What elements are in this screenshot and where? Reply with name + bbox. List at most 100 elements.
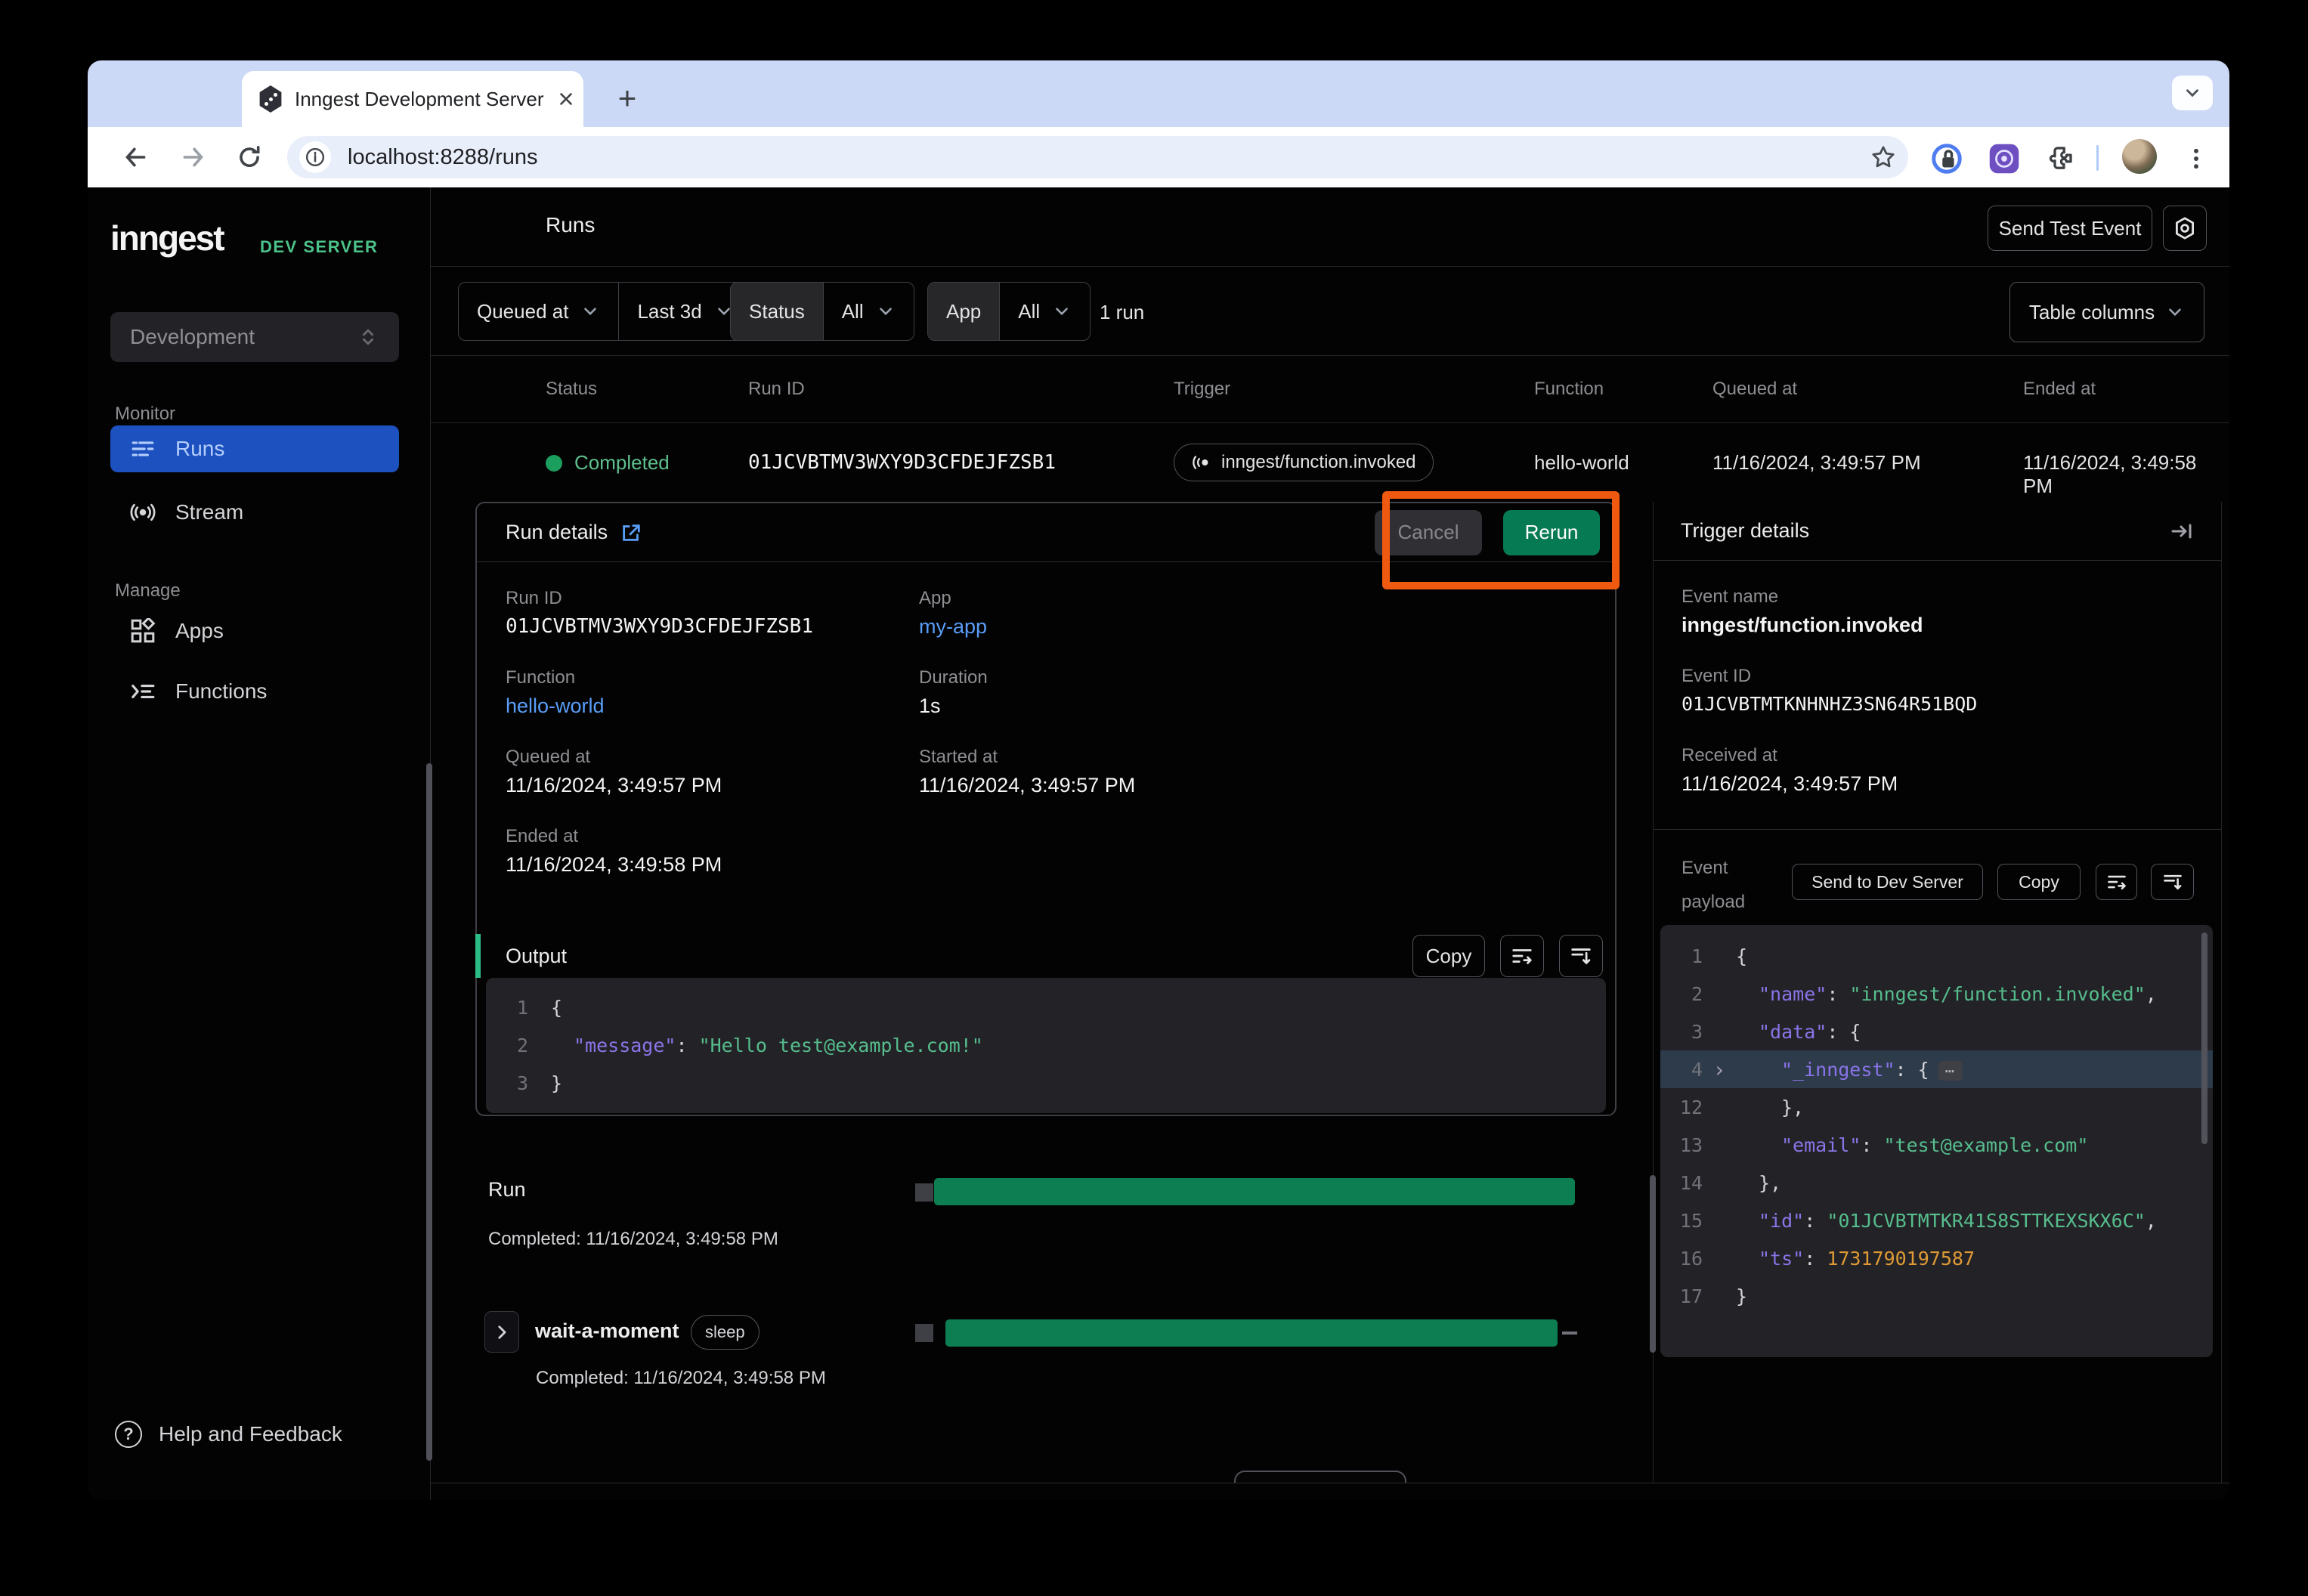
step-timeline-bar[interactable]: [945, 1319, 1558, 1347]
field-label-ended-at: Ended at: [506, 826, 578, 847]
send-test-event-label: Send Test Event: [1999, 217, 2142, 240]
received-at-label: Received at: [1681, 745, 1777, 766]
table-columns-label: Table columns: [2029, 301, 2155, 324]
collapse-panel-icon[interactable]: [2170, 519, 2194, 543]
back-arrow-icon: [123, 144, 149, 170]
send-to-dev-server-button[interactable]: Send to Dev Server: [1792, 864, 1983, 900]
field-value-function-link[interactable]: hello-world: [506, 694, 605, 718]
chevron-right-icon: [492, 1322, 512, 1342]
field-label-queued-at: Queued at: [506, 747, 590, 768]
back-button[interactable]: [118, 139, 154, 175]
status-filter-dropdown[interactable]: All: [823, 283, 914, 340]
table-columns-button[interactable]: Table columns: [2009, 282, 2204, 342]
inngest-favicon-icon: [258, 85, 283, 113]
time-field-dropdown[interactable]: Queued at: [459, 283, 618, 340]
help-icon: ?: [115, 1421, 142, 1448]
new-tab-button[interactable]: +: [608, 79, 647, 118]
payload-wrap-text-button[interactable]: [2096, 864, 2137, 900]
send-test-event-button[interactable]: Send Test Event: [1988, 206, 2152, 251]
field-label-run-id: Run ID: [506, 588, 562, 609]
tab-search-button[interactable]: [2172, 76, 2213, 110]
bookmark-star-icon[interactable]: [1870, 144, 1896, 170]
field-value-app-link[interactable]: my-app: [919, 615, 987, 639]
reload-icon: [237, 144, 262, 170]
expand-line-icon[interactable]: ›: [1703, 1057, 1736, 1082]
app-filter-dropdown[interactable]: All: [999, 283, 1090, 340]
code-line: 15"id": "01JCVBTMTKR41S8STTKEXSKX6C",: [1660, 1202, 2213, 1239]
reload-button[interactable]: [231, 139, 268, 175]
table-row[interactable]: Completed 01JCVBTMV3WXY9D3CFDEJFZSB1 inn…: [431, 423, 2229, 502]
sidebar-scrollbar[interactable]: [426, 763, 432, 1461]
output-title: Output: [506, 945, 567, 968]
column-header-trigger: Trigger: [1174, 379, 1230, 400]
event-payload-code-block[interactable]: 1{2"name": "inngest/function.invoked",3"…: [1660, 925, 2213, 1357]
time-field-value: Queued at: [477, 300, 568, 323]
sidebar-item-functions[interactable]: Functions: [110, 668, 399, 715]
environment-select[interactable]: Development: [110, 312, 399, 362]
wrap-lines-icon: [2106, 871, 2127, 892]
password-manager-extension-icon[interactable]: [1929, 141, 1965, 177]
event-broadcast-icon: [1191, 452, 1212, 473]
scroll-to-bottom-icon: [2162, 871, 2183, 892]
payload-scroll-bottom-button[interactable]: [2151, 864, 2194, 900]
step-completed-text: Completed: 11/16/2024, 3:49:58 PM: [536, 1368, 826, 1389]
sidebar-item-runs[interactable]: Runs: [110, 425, 399, 472]
row-run-id: 01JCVBTMV3WXY9D3CFDEJFZSB1: [748, 451, 1056, 474]
settings-button[interactable]: [2163, 206, 2207, 251]
output-copy-button[interactable]: Copy: [1412, 935, 1485, 977]
status-filter-value: All: [842, 300, 864, 323]
code-line: 1{: [486, 988, 1606, 1026]
sidebar-item-label: Stream: [175, 500, 243, 524]
payload-copy-button[interactable]: Copy: [1997, 864, 2081, 900]
field-label-function: Function: [506, 667, 575, 688]
chevron-down-icon: [2183, 83, 2202, 103]
help-and-feedback[interactable]: ? Help and Feedback: [115, 1421, 342, 1448]
sidebar-item-stream[interactable]: Stream: [110, 489, 399, 536]
browser-tab[interactable]: Inngest Development Server: [242, 71, 583, 127]
browser-menu-icon[interactable]: [2178, 141, 2214, 177]
output-wrap-text-button[interactable]: [1500, 935, 1544, 977]
output-scroll-bottom-button[interactable]: [1559, 935, 1603, 977]
browser-window: Inngest Development Server + localhost:8…: [88, 60, 2229, 1500]
url-text[interactable]: localhost:8288/runs: [348, 145, 1870, 170]
trigger-details-panel: Trigger details Event name inngest/funct…: [1654, 502, 2222, 1483]
step-expand-button[interactable]: [484, 1311, 519, 1353]
page-header: Runs Send Test Event: [431, 187, 2229, 267]
manage-section-label: Manage: [115, 580, 181, 602]
inngest-app: inngest DEV SERVER Development Monitor R…: [88, 187, 2229, 1500]
app-filter-label: App: [928, 283, 999, 340]
external-link-icon[interactable]: [620, 521, 642, 544]
profile-avatar[interactable]: [2122, 139, 2157, 174]
copy-label: Copy: [1426, 945, 1472, 968]
load-more-button-partial[interactable]: [1234, 1471, 1406, 1483]
app-filter-group: App All: [927, 282, 1091, 341]
step-bar-end-marker: [1562, 1332, 1577, 1335]
field-label-started-at: Started at: [919, 747, 998, 768]
run-timeline-bar[interactable]: [934, 1178, 1575, 1205]
code-line: 16"ts": 1731790197587: [1660, 1239, 2213, 1277]
run-details-title: Run details: [506, 521, 608, 544]
address-bar[interactable]: localhost:8288/runs: [287, 136, 1908, 178]
send-to-dev-server-label: Send to Dev Server: [1811, 872, 1963, 892]
sidebar-item-apps[interactable]: Apps: [110, 608, 399, 654]
output-code-block[interactable]: 1{2"message": "Hello test@example.com!"3…: [486, 978, 1606, 1113]
site-info-icon[interactable]: [299, 141, 331, 173]
purple-extension-icon[interactable]: [1986, 141, 2022, 177]
field-value-duration: 1s: [919, 694, 941, 718]
cancel-button[interactable]: Cancel: [1375, 510, 1482, 555]
extensions-puzzle-icon[interactable]: [2042, 141, 2078, 177]
tab-close-icon[interactable]: [556, 89, 576, 109]
forward-button[interactable]: [175, 139, 211, 175]
column-header-status: Status: [546, 379, 597, 400]
payload-scrollbar[interactable]: [2201, 933, 2207, 1144]
time-filter-group: Queued at Last 3d: [458, 282, 753, 341]
rerun-button[interactable]: Rerun: [1503, 510, 1600, 555]
chevron-up-down-icon: [357, 326, 379, 348]
trigger-details-header: Trigger details: [1654, 502, 2221, 561]
event-name-label: Event name: [1681, 586, 1778, 608]
main-content: Runs Send Test Event Queued at Last 3d: [431, 187, 2229, 1500]
run-details-card: Run details Cancel Rerun Run ID 01JCVBTM…: [475, 502, 1617, 1116]
event-id-label: Event ID: [1681, 666, 1751, 687]
details-scrollbar[interactable]: [1650, 1175, 1656, 1353]
output-header: Output Copy: [477, 934, 1615, 978]
